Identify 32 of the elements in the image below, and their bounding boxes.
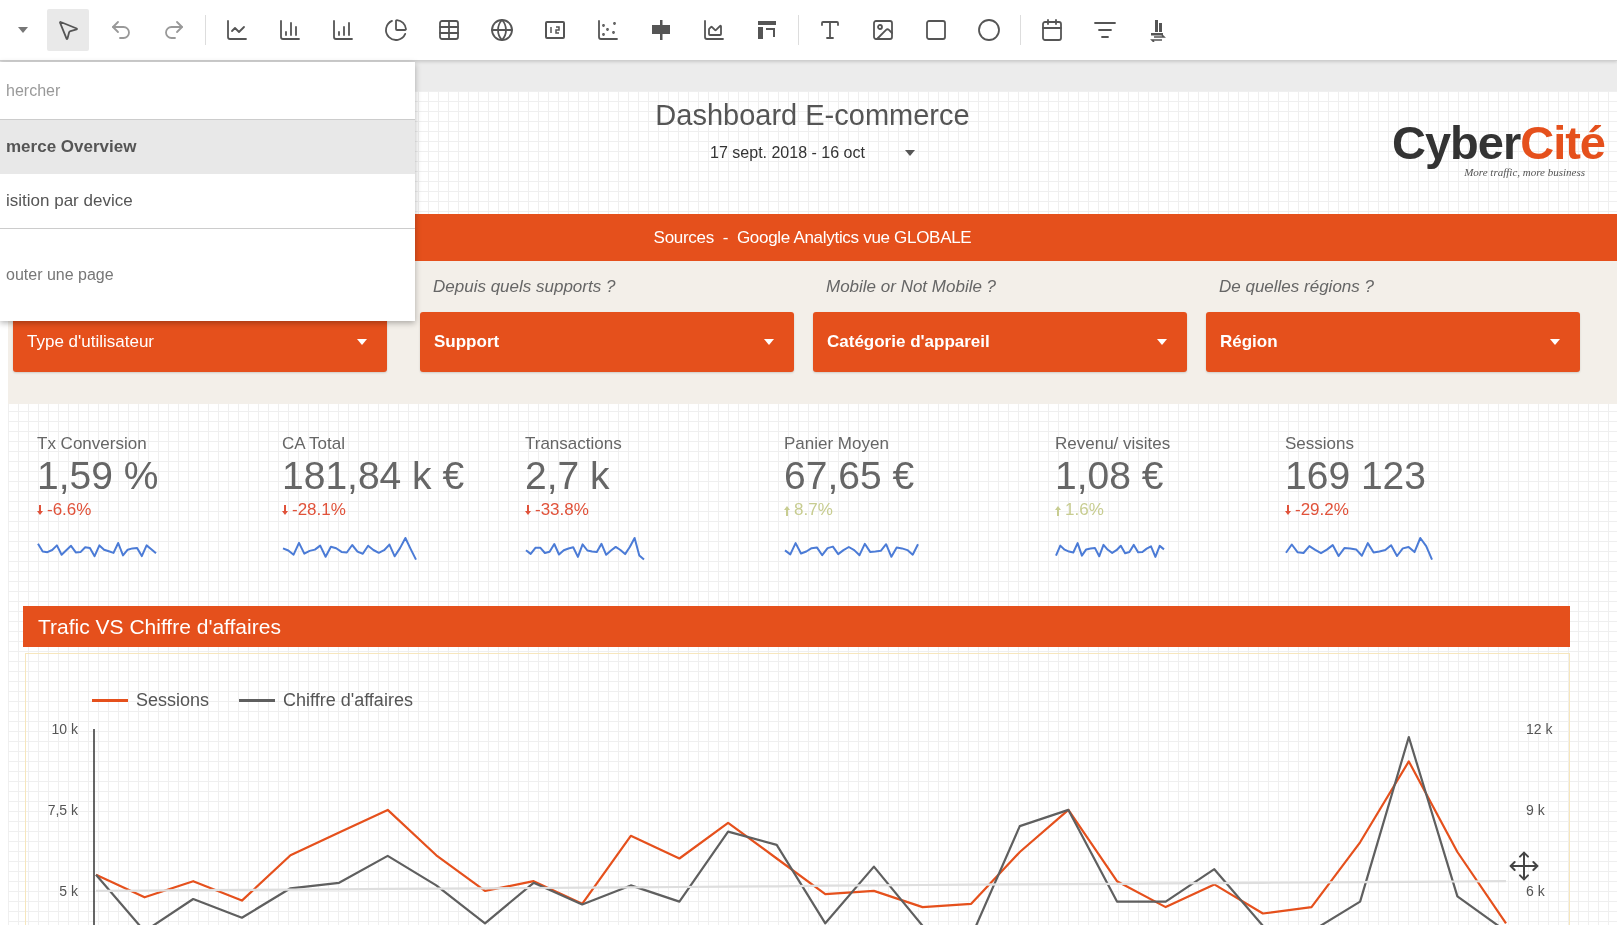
axis-tick-label: 7,5 k <box>47 801 78 818</box>
filter-question: Mobile or Not Mobile ? <box>825 275 998 298</box>
kpi-value: 1,59 % <box>37 454 159 498</box>
kpi-value: 181,84 k € <box>282 454 465 498</box>
legend-item: Sessions <box>92 690 210 710</box>
kpi-change: -28.1% <box>292 500 346 520</box>
kpi-label: Revenu/ visites <box>1055 434 1171 454</box>
axis-tick-label: 9 k <box>1526 801 1545 818</box>
kpi-label: Panier Moyen <box>784 434 889 454</box>
axis-tick-label: 12 k <box>1526 721 1553 737</box>
dashboard-title: Dashboard E-commerce <box>655 99 970 132</box>
kpi-change: 1.6% <box>1065 500 1104 520</box>
kpi-value: 2,7 k <box>525 454 610 498</box>
axis-tick-label: 5 k <box>59 882 78 899</box>
kpi-label: Transactions <box>525 434 622 454</box>
kpi-change: -29.2% <box>1295 500 1349 520</box>
kpi-value: 67,65 € <box>784 454 915 498</box>
kpi-label: Sessions <box>1285 434 1354 454</box>
kpi-value: 1,08 € <box>1055 454 1164 498</box>
kpi-change: 8.7% <box>794 500 833 520</box>
logo-tagline: More traffic, more business <box>1464 166 1585 178</box>
kpi-value: 169 123 <box>1285 454 1426 498</box>
filter-question: De quelles régions ? <box>1218 275 1375 298</box>
filter-question: Depuis quels supports ? <box>432 275 617 298</box>
kpi-label: Tx Conversion <box>37 434 147 454</box>
axis-tick-label: 10 k <box>51 721 78 737</box>
kpi-change: -33.8% <box>535 500 589 520</box>
chart-title-bar: Trafic VS Chiffre d'affaires <box>23 606 1570 647</box>
legend-item: Chiffre d'affaires <box>239 690 413 710</box>
axis-tick-label: 6 k <box>1526 882 1545 899</box>
kpi-label: CA Total <box>282 434 345 454</box>
kpi-change: -6.6% <box>47 500 92 520</box>
